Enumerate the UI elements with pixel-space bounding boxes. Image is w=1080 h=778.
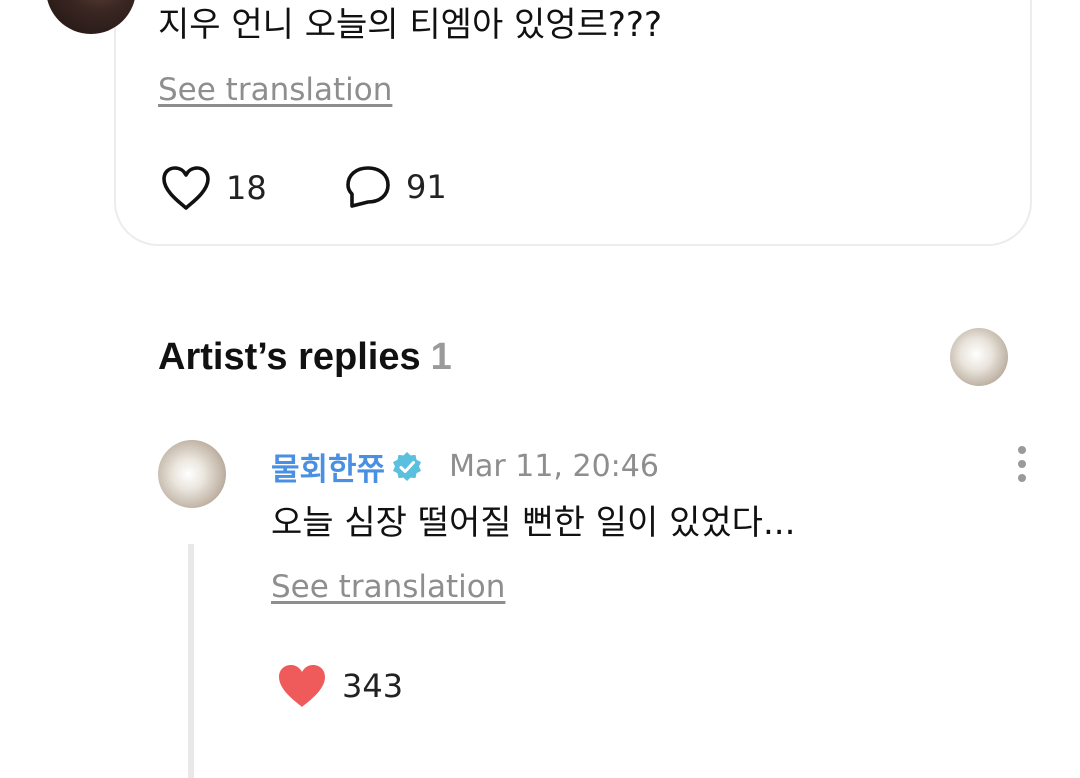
post-text: 지우 언니 오늘의 티엠아 있엉르???: [158, 5, 663, 45]
post-comment-count: 91: [406, 168, 447, 206]
reply-like-button[interactable]: 343: [276, 662, 403, 710]
reply-text: 오늘 심장 떨어질 뻔한 일이 있었다...: [271, 503, 796, 543]
post-like-button[interactable]: 18: [160, 164, 267, 212]
post-comment-button[interactable]: 91: [344, 164, 447, 210]
post-see-translation-link[interactable]: See translation: [158, 72, 392, 108]
thread-line: [188, 544, 194, 778]
verified-badge-icon: [393, 451, 422, 481]
post-detail-page: 지우 언니 오늘의 티엠아 있엉르??? See translation 18 …: [0, 0, 1080, 778]
reply-author-avatar[interactable]: [158, 440, 226, 508]
heart-filled-icon: [279, 665, 325, 707]
reply-meta: 물회한쮸 Mar 11, 20:46: [271, 444, 659, 489]
artist-replies-header: Artist’s replies 1: [158, 336, 452, 379]
artist-replies-count: 1: [430, 336, 452, 378]
artist-avatar[interactable]: [950, 328, 1008, 386]
speech-bubble-icon: [346, 166, 390, 208]
post-like-count: 18: [226, 169, 267, 207]
reply-author-name[interactable]: 물회한쮸: [271, 444, 385, 489]
more-vertical-icon[interactable]: [1004, 442, 1040, 486]
artist-replies-title: Artist’s replies: [158, 336, 421, 378]
reply-timestamp: Mar 11, 20:46: [449, 449, 659, 484]
reply-see-translation-link[interactable]: See translation: [271, 569, 505, 605]
heart-outline-icon: [162, 166, 210, 210]
reply-like-count: 343: [342, 667, 404, 705]
